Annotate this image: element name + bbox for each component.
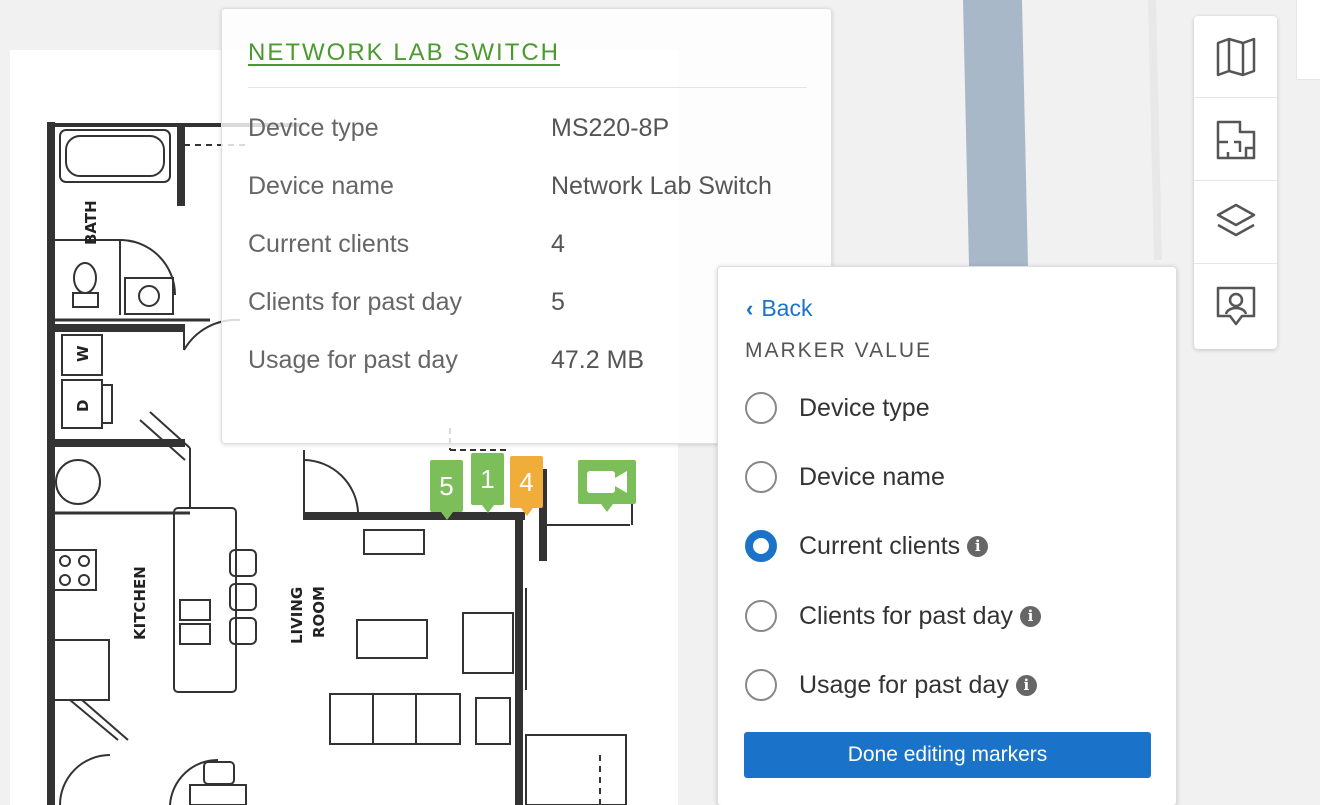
marker-value-panel: ‹ Back MARKER VALUE Device type Device n… [717,266,1177,805]
info-row: Current clients 4 [248,230,818,270]
camera-icon [587,471,627,493]
radio-button-selected[interactable] [745,530,777,562]
floorplan-icon [1216,120,1255,159]
radio-option-device-name[interactable]: Device name [745,457,945,497]
floorplan-button[interactable] [1194,99,1277,181]
radio-option-current-clients[interactable]: Current clients i [745,526,989,566]
info-label: Device type [248,114,379,142]
info-icon[interactable]: i [1015,674,1037,696]
info-value: MS220-8P [551,114,670,142]
map-icon [1216,37,1255,76]
marker-settings-button[interactable] [1194,265,1277,347]
info-label: Device name [248,172,394,200]
info-value: 5 [551,288,565,316]
map-marker[interactable]: 4 [510,456,543,516]
radio-label: Device type [799,393,930,422]
back-link[interactable]: ‹ Back [746,295,812,322]
info-value: Network Lab Switch [551,172,772,200]
side-panel-edge [1296,0,1320,80]
chevron-left-icon: ‹ [746,295,754,321]
radio-button[interactable] [745,461,777,493]
radio-button[interactable] [745,392,777,424]
radio-label: Usage for past day [799,670,1009,699]
info-label: Usage for past day [248,346,458,374]
radio-option-device-type[interactable]: Device type [745,388,930,428]
device-title-link[interactable]: NETWORK LAB SWITCH [248,39,560,67]
info-value: 4 [551,230,565,258]
marker-icon [1216,286,1255,326]
layers-button[interactable] [1194,182,1277,264]
radio-option-usage-past-day[interactable]: Usage for past day i [745,665,1037,705]
info-row: Device type MS220-8P [248,114,818,154]
radio-button[interactable] [745,669,777,701]
info-icon[interactable]: i [1020,605,1041,627]
done-editing-button[interactable]: Done editing markers [744,732,1151,778]
radio-label: Clients for past day [799,601,1013,630]
map-marker[interactable]: 5 [430,460,463,520]
radio-button[interactable] [745,600,777,632]
info-label: Current clients [248,230,410,258]
radio-label: Device name [799,462,945,491]
section-label: MARKER VALUE [745,339,932,362]
divider [248,87,807,88]
info-icon[interactable]: i [967,535,989,557]
layers-icon [1216,203,1255,236]
map-toolbar [1194,16,1277,349]
map-marker[interactable]: 1 [471,453,504,513]
info-value: 47.2 MB [551,346,645,374]
info-row: Device name Network Lab Switch [248,172,818,212]
radio-option-clients-past-day[interactable]: Clients for past day i [745,596,1041,636]
map-view-button[interactable] [1194,16,1277,98]
radio-label: Current clients [799,531,961,560]
back-label: Back [761,295,813,321]
info-label: Clients for past day [248,288,462,316]
camera-marker[interactable] [578,460,636,512]
